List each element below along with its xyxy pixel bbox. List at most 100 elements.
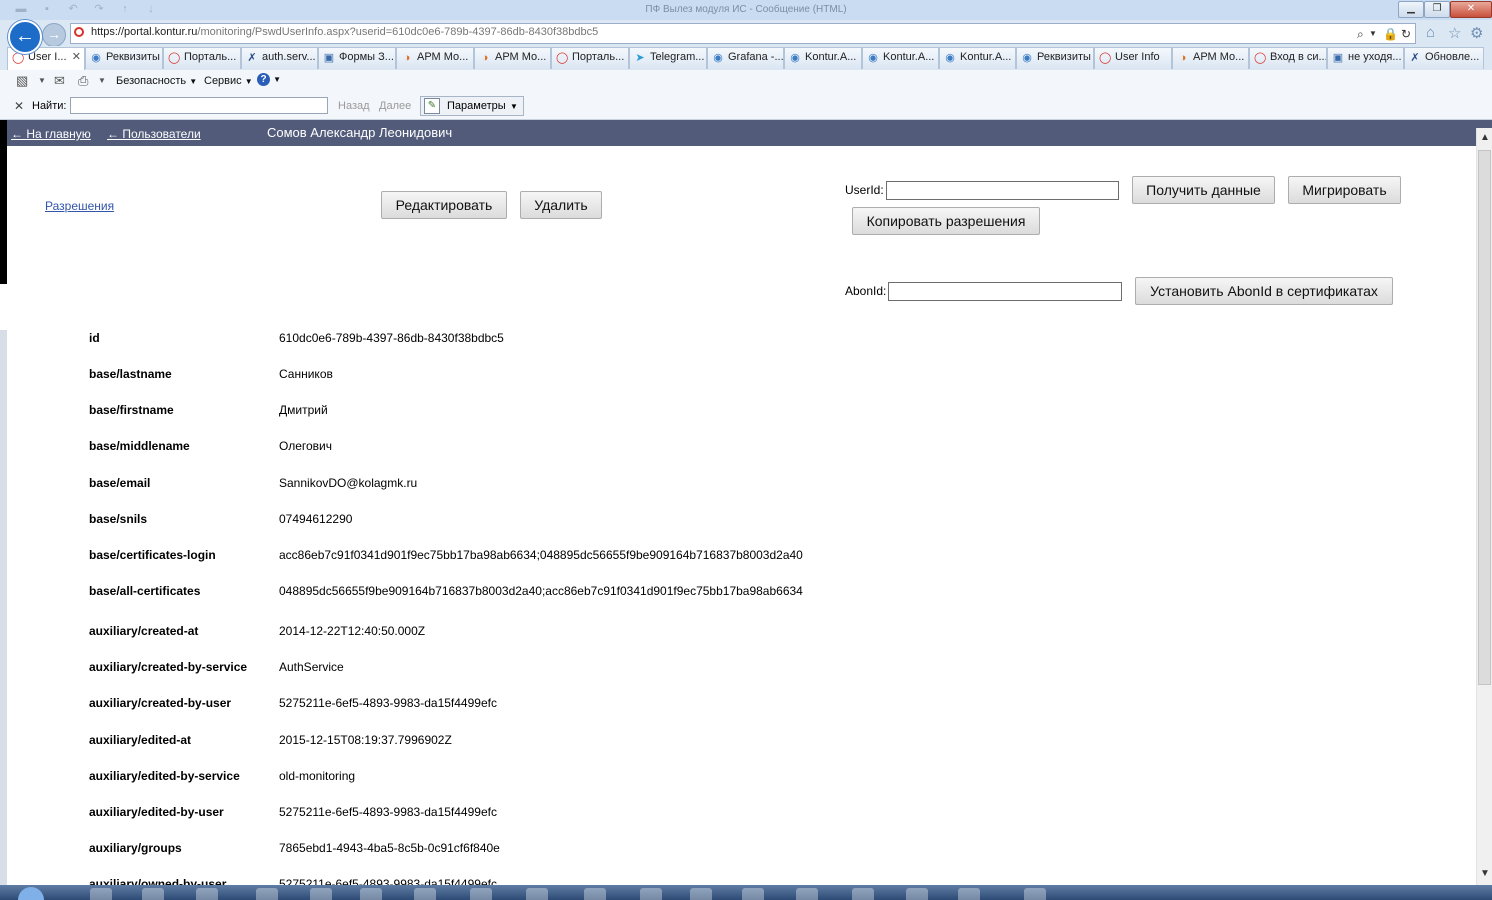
- scrollbar-thumb[interactable]: [1478, 150, 1491, 685]
- taskbar-app-icon[interactable]: [1024, 888, 1046, 900]
- userid-input[interactable]: [886, 181, 1119, 200]
- tab-4[interactable]: ✗ auth.serv...: [241, 47, 318, 69]
- find-input[interactable]: [70, 97, 328, 114]
- taskbar-app-icon[interactable]: [690, 888, 712, 900]
- tab-19[interactable]: ✗ Обновле...: [1404, 47, 1484, 69]
- taskbar-app-icon[interactable]: [796, 888, 818, 900]
- abonid-input[interactable]: [888, 282, 1122, 301]
- tab-7[interactable]: ◑ АРМ Мо...: [474, 47, 551, 69]
- scroll-down-icon[interactable]: ▼: [1480, 868, 1490, 879]
- find-options-button[interactable]: ✎ Параметры ▼: [420, 96, 524, 116]
- tab-18[interactable]: ▣ не уходя...: [1327, 47, 1404, 69]
- back-button[interactable]: ←: [8, 20, 42, 54]
- service-menu[interactable]: Сервис ▼: [204, 75, 253, 87]
- field-key: auxiliary/edited-by-service: [89, 769, 240, 783]
- address-bar[interactable]: https://portal.kontur.ru/monitoring/Pswd…: [70, 23, 1416, 44]
- minimize-button[interactable]: ▁: [1398, 1, 1424, 18]
- taskbar-app-icon[interactable]: [640, 888, 662, 900]
- taskbar-app-icon[interactable]: [584, 888, 606, 900]
- tab-label: Реквизиты: [106, 51, 160, 63]
- chevron-down-icon: ▼: [244, 77, 253, 86]
- edit-button[interactable]: Редактировать: [381, 191, 507, 219]
- tab-11[interactable]: ◉ Kontur.A...: [784, 47, 862, 69]
- refresh-icon[interactable]: ↻: [1401, 27, 1411, 41]
- start-button[interactable]: [18, 887, 44, 900]
- opera-icon: ◯: [1254, 52, 1267, 64]
- copy-permissions-button[interactable]: Копировать разрешения: [852, 207, 1040, 235]
- rss-feed-icon[interactable]: ▧: [16, 73, 28, 89]
- field-value: Санников: [279, 367, 333, 381]
- os-taskbar: [0, 885, 1492, 900]
- taskbar-app-icon[interactable]: [526, 888, 548, 900]
- abonid-label: AbonId:: [845, 284, 887, 298]
- close-tab-icon[interactable]: ✕: [72, 50, 81, 63]
- tab-label: Kontur.A...: [960, 51, 1012, 63]
- pencil-icon: ✎: [424, 98, 440, 114]
- safety-menu[interactable]: Безопасность ▼: [116, 75, 197, 87]
- mail-icon[interactable]: ✉: [54, 73, 65, 89]
- field-key: base/lastname: [89, 367, 172, 381]
- tab-8[interactable]: ◯ Порталь...: [551, 47, 629, 69]
- help-icon: ?: [257, 73, 270, 86]
- forward-arrow-icon: →: [47, 26, 61, 42]
- tab-2[interactable]: ◉ Реквизиты: [85, 47, 163, 69]
- field-key: base/all-certificates: [89, 584, 201, 598]
- migrate-button[interactable]: Мигрировать: [1288, 176, 1401, 204]
- tab-10[interactable]: ◉ Grafana -...: [707, 47, 784, 69]
- taskbar-app-icon[interactable]: [310, 888, 332, 900]
- tab-6[interactable]: ◑ АРМ Мо...: [396, 47, 474, 69]
- taskbar-app-icon[interactable]: [256, 888, 278, 900]
- permissions-link[interactable]: Разрешения: [45, 199, 114, 213]
- taskbar-app-icon[interactable]: [360, 888, 382, 900]
- find-next-button[interactable]: Далее: [379, 100, 411, 112]
- help-menu[interactable]: ? ▼: [257, 73, 281, 86]
- favorites-star-icon[interactable]: ☆: [1448, 24, 1461, 42]
- taskbar-app-icon[interactable]: [196, 888, 218, 900]
- taskbar-app-icon[interactable]: [852, 888, 874, 900]
- field-key: auxiliary/edited-at: [89, 733, 192, 747]
- find-prev-button[interactable]: Назад: [338, 100, 370, 112]
- url-text[interactable]: https://portal.kontur.ru/monitoring/Pswd…: [91, 26, 598, 38]
- close-window-button[interactable]: ✕: [1450, 1, 1492, 18]
- tab-14[interactable]: ◉ Реквизиты: [1016, 47, 1094, 69]
- delete-button[interactable]: Удалить: [520, 191, 602, 219]
- taskbar-app-icon[interactable]: [742, 888, 764, 900]
- home-link[interactable]: ← На главную: [11, 127, 91, 141]
- search-dropdown-icon[interactable]: ▼: [1369, 29, 1377, 38]
- tab-17[interactable]: ◯ Вход в си...: [1249, 47, 1327, 69]
- taskbar-app-icon[interactable]: [958, 888, 980, 900]
- search-icon[interactable]: ⌕: [1357, 27, 1364, 42]
- taskbar-app-icon[interactable]: [470, 888, 492, 900]
- tab-12[interactable]: ◉ Kontur.A...: [862, 47, 939, 69]
- tab-16[interactable]: ◑ АРМ Мо...: [1172, 47, 1249, 69]
- lock-icon[interactable]: 🔒: [1383, 27, 1398, 41]
- taskbar-app-icon[interactable]: [90, 888, 112, 900]
- field-key: auxiliary/created-by-user: [89, 696, 232, 710]
- tab-9[interactable]: ➤ Telegram...: [629, 47, 707, 69]
- tab-5[interactable]: ▣ Формы З...: [318, 47, 396, 69]
- forward-button[interactable]: →: [42, 23, 66, 47]
- print-icon[interactable]: ⎙: [78, 73, 88, 89]
- set-abonid-button[interactable]: Установить AbonId в сертификатах: [1135, 277, 1393, 305]
- vertical-scrollbar[interactable]: ▲ ▼: [1476, 128, 1492, 885]
- tab-label: User I...: [28, 51, 67, 63]
- taskbar-app-icon[interactable]: [142, 888, 164, 900]
- close-find-icon[interactable]: ✕: [14, 99, 24, 113]
- users-link[interactable]: ← Пользователи: [107, 127, 201, 141]
- tab-13[interactable]: ◉ Kontur.A...: [939, 47, 1016, 69]
- maximize-button[interactable]: ❐: [1424, 1, 1450, 18]
- field-value: 2015-12-15T08:19:37.7996902Z: [279, 733, 452, 747]
- scroll-up-icon[interactable]: ▲: [1480, 132, 1490, 143]
- tab-strip: ◯ User I... ✕ ◉ Реквизиты ◯ Порталь... ✗ auth.se…: [0, 46, 1492, 71]
- taskbar-app-icon[interactable]: [414, 888, 436, 900]
- rss-dropdown-icon[interactable]: ▼: [38, 76, 46, 85]
- tab-15[interactable]: ◯ User Info: [1094, 47, 1172, 69]
- get-data-button[interactable]: Получить данные: [1132, 176, 1275, 204]
- find-label: Найти:: [32, 100, 67, 112]
- tab-3[interactable]: ◯ Порталь...: [163, 47, 241, 69]
- home-icon[interactable]: ⌂: [1426, 24, 1435, 41]
- print-dropdown-icon[interactable]: ▼: [98, 76, 106, 85]
- taskbar-app-icon[interactable]: [906, 888, 928, 900]
- settings-gear-icon[interactable]: ⚙: [1470, 24, 1483, 42]
- page-header: ← На главную ← Пользователи Сомов Алекса…: [7, 120, 1492, 146]
